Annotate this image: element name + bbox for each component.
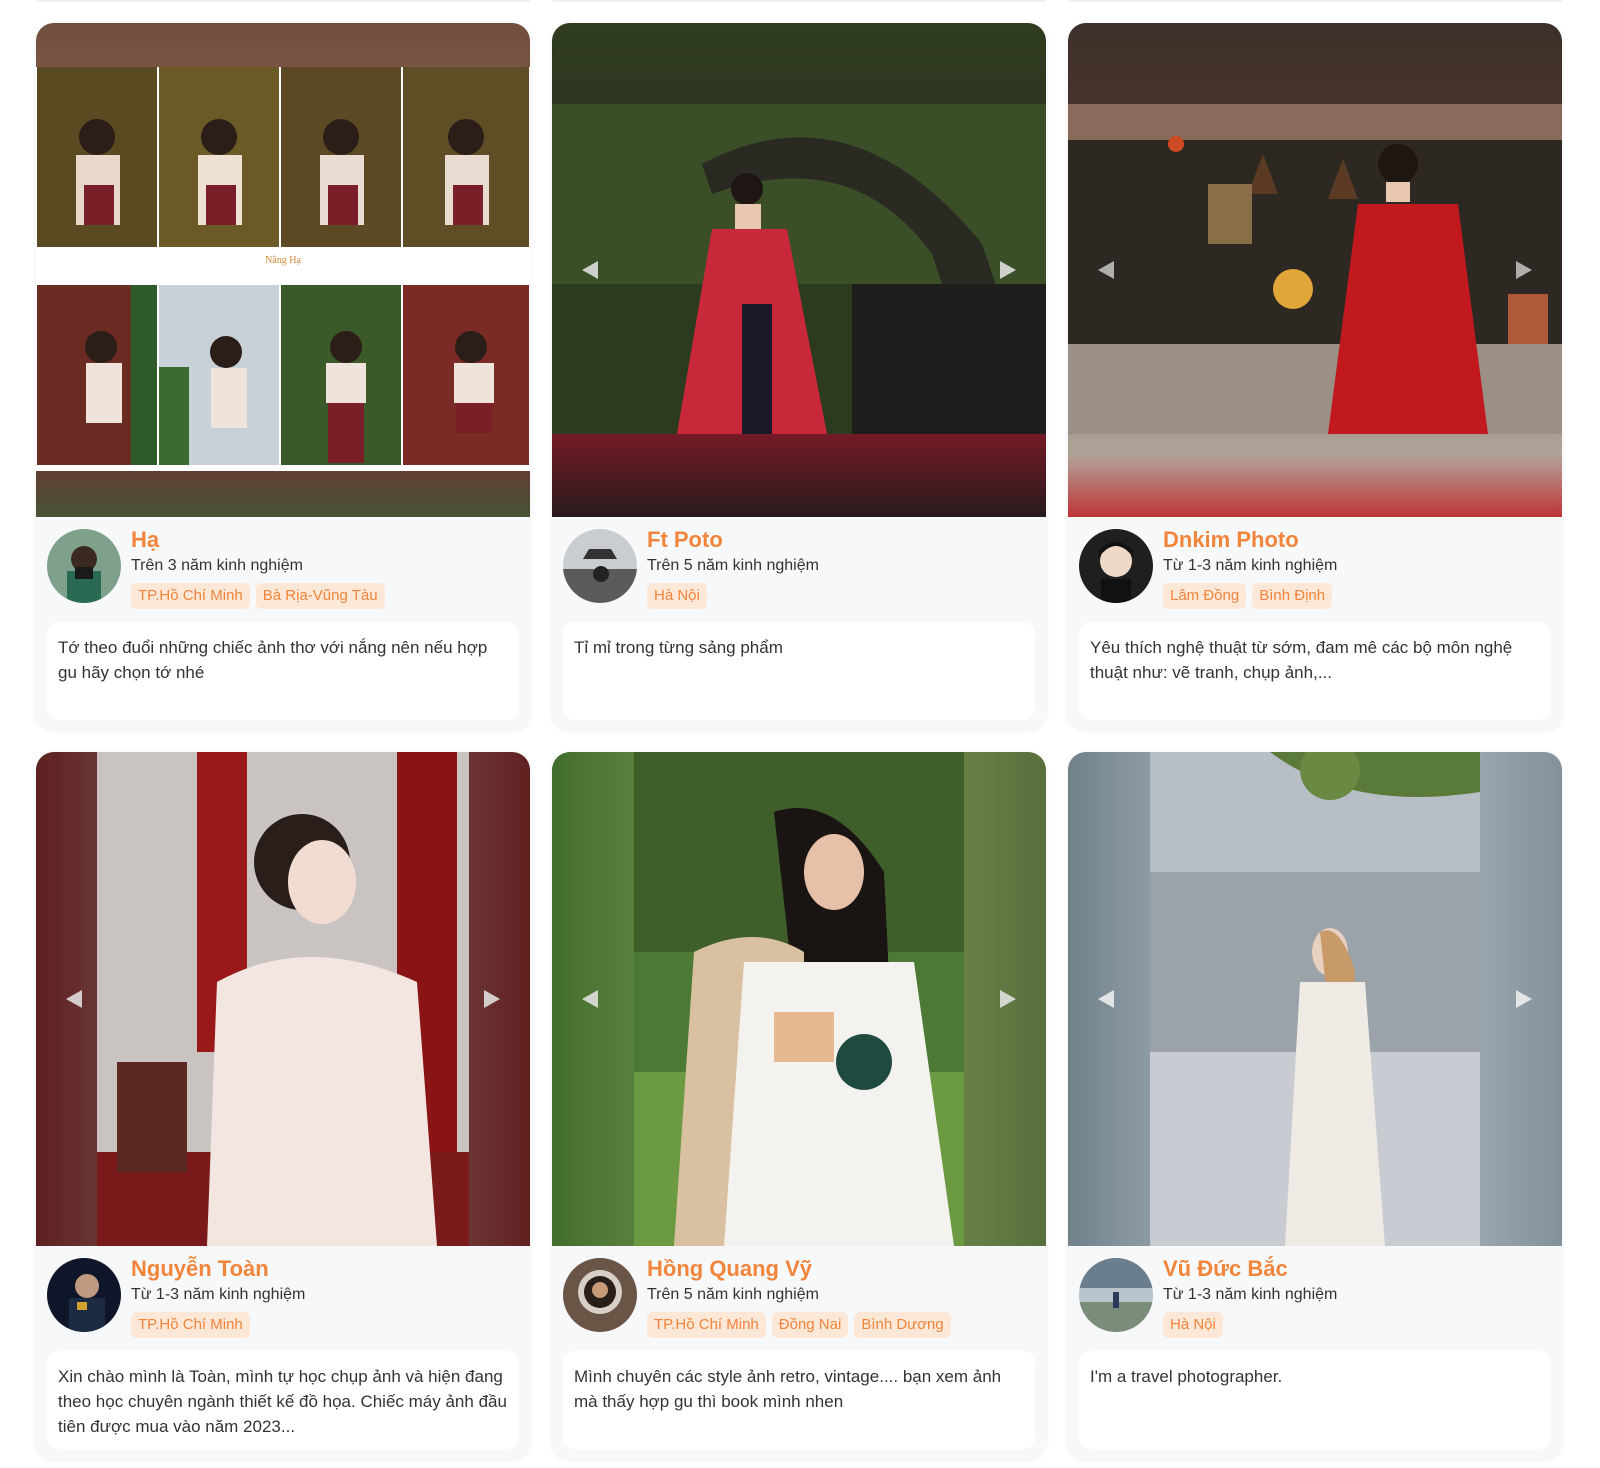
location-tag: Bình Định	[1252, 583, 1333, 609]
location-tag: Hà Nội	[1163, 1312, 1223, 1338]
location-tags: TP.Hồ Chí Minh Bà Rịa-Vũng Tàu	[131, 583, 385, 609]
location-tag: TP.Hồ Chí Minh	[647, 1312, 766, 1338]
location-tags: Hà Nội	[647, 583, 819, 609]
photographer-description: Mình chuyên các style ảnh retro, vintage…	[563, 1351, 1035, 1449]
carousel-photo	[552, 104, 1046, 435]
photographer-name[interactable]: Ft Poto	[647, 527, 819, 553]
location-tags: TP.Hồ Chí Minh	[131, 1312, 305, 1338]
location-tags: Lâm Đồng Bình Định	[1163, 583, 1337, 609]
photographer-description: Tớ theo đuổi những chiếc ảnh thơ với nắn…	[47, 622, 519, 720]
photographer-grid: Nắng Hạ Hạ Trên 3 năm kinh nghiệm TP.Hồ …	[36, 23, 1562, 1459]
carousel-next-button[interactable]	[1510, 256, 1538, 284]
location-tag: Đồng Nai	[771, 1312, 849, 1338]
carousel-photo	[1150, 752, 1480, 1246]
experience-text: Từ 1-3 năm kinh nghiệm	[1163, 1286, 1338, 1303]
photo-collage: Nắng Hạ	[36, 67, 530, 471]
photographer-card[interactable]: Hồng Quang Vỹ Trên 5 năm kinh nghiệm TP.…	[552, 752, 1046, 1459]
previous-row-card-edge	[36, 0, 530, 2]
carousel-photo	[97, 752, 469, 1246]
experience-text: Trên 5 năm kinh nghiệm	[647, 1286, 819, 1303]
experience-text: Trên 3 năm kinh nghiệm	[131, 557, 303, 574]
carousel-next-button[interactable]	[994, 985, 1022, 1013]
experience-text: Từ 1-3 năm kinh nghiệm	[1163, 557, 1338, 574]
avatar[interactable]	[1079, 1258, 1153, 1332]
location-tag: TP.Hồ Chí Minh	[131, 583, 250, 609]
location-tag: Hà Nội	[647, 583, 707, 609]
location-tag: TP.Hồ Chí Minh	[131, 1312, 250, 1338]
carousel-next-button[interactable]	[478, 985, 506, 1013]
location-tags: TP.Hồ Chí Minh Đồng Nai Bình Dương	[647, 1312, 951, 1338]
photographer-description: Yêu thích nghệ thuật từ sớm, đam mê các …	[1079, 622, 1551, 720]
photographer-description: I'm a travel photographer.	[1079, 1351, 1551, 1449]
photo-carousel[interactable]	[1068, 752, 1562, 1246]
previous-row-card-edge	[552, 0, 1046, 2]
photographer-card[interactable]: Vũ Đức Bắc Từ 1-3 năm kinh nghiệm Hà Nội…	[1068, 752, 1562, 1459]
location-tag: Bình Dương	[854, 1312, 951, 1338]
carousel-photo	[634, 752, 964, 1246]
avatar[interactable]	[563, 1258, 637, 1332]
photo-carousel[interactable]	[1068, 23, 1562, 517]
photographer-card[interactable]: Dnkim Photo Từ 1-3 năm kinh nghiệm Lâm Đ…	[1068, 23, 1562, 730]
carousel-prev-button[interactable]	[1092, 985, 1120, 1013]
carousel-next-button[interactable]	[994, 256, 1022, 284]
location-tag: Lâm Đồng	[1163, 583, 1247, 609]
photo-carousel[interactable]: Nắng Hạ	[36, 23, 530, 517]
avatar[interactable]	[47, 1258, 121, 1332]
experience-text: Trên 5 năm kinh nghiệm	[647, 557, 819, 574]
carousel-prev-button[interactable]	[1092, 256, 1120, 284]
photographer-name[interactable]: Hạ	[131, 527, 385, 553]
photo-watermark-text: Nắng Hạ	[265, 255, 301, 266]
photo-carousel[interactable]	[552, 752, 1046, 1246]
photo-carousel[interactable]	[36, 752, 530, 1246]
photographer-card[interactable]: Nguyễn Toàn Từ 1-3 năm kinh nghiệm TP.Hồ…	[36, 752, 530, 1459]
photographer-name[interactable]: Vũ Đức Bắc	[1163, 1256, 1337, 1282]
photographer-card[interactable]: Nắng Hạ Hạ Trên 3 năm kinh nghiệm TP.Hồ …	[36, 23, 530, 730]
photographer-description: Tỉ mỉ trong từng sảng phẩm	[563, 622, 1035, 720]
photographer-name[interactable]: Hồng Quang Vỹ	[647, 1256, 951, 1282]
photo-carousel[interactable]	[552, 23, 1046, 517]
carousel-prev-button[interactable]	[576, 985, 604, 1013]
avatar[interactable]	[47, 529, 121, 603]
avatar[interactable]	[563, 529, 637, 603]
avatar[interactable]	[1079, 529, 1153, 603]
carousel-prev-button[interactable]	[60, 985, 88, 1013]
location-tags: Hà Nội	[1163, 1312, 1337, 1338]
photographer-name[interactable]: Dnkim Photo	[1163, 527, 1337, 553]
photographer-name[interactable]: Nguyễn Toàn	[131, 1256, 305, 1282]
photographer-card[interactable]: Ft Poto Trên 5 năm kinh nghiệm Hà Nội Tỉ…	[552, 23, 1046, 730]
experience-text: Từ 1-3 năm kinh nghiệm	[131, 1286, 306, 1303]
carousel-next-button[interactable]	[1510, 985, 1538, 1013]
carousel-photo	[1068, 104, 1562, 434]
carousel-prev-button[interactable]	[576, 256, 604, 284]
location-tag: Bà Rịa-Vũng Tàu	[255, 583, 385, 609]
previous-row-card-edge	[1068, 0, 1562, 2]
photographer-description: Xin chào mình là Toàn, mình tự học chụp …	[47, 1351, 519, 1449]
